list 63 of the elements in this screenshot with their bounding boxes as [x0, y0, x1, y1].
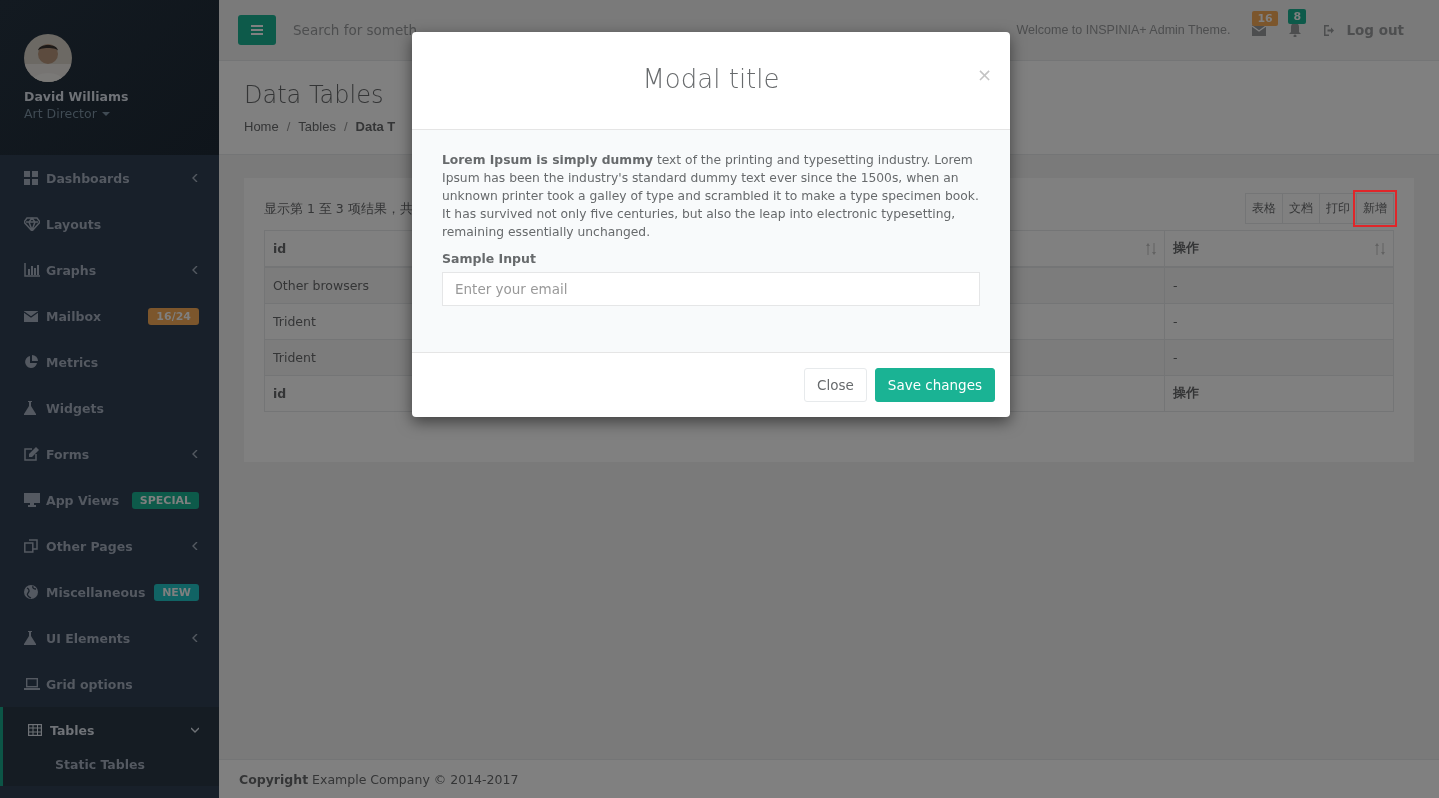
bar-chart-icon — [24, 263, 40, 277]
menu-icon — [251, 25, 263, 35]
sidebar-item[interactable]: Forms — [3, 431, 219, 477]
breadcrumb-separator: / — [286, 119, 291, 134]
envelope-icon — [24, 309, 40, 323]
caret-icon — [101, 111, 110, 116]
toolbar-button[interactable]: 打印 — [1319, 193, 1357, 224]
field-label: Sample Input — [442, 251, 537, 266]
close-button[interactable]: Close — [804, 368, 867, 402]
sidebar-item[interactable]: Dashboards — [3, 155, 219, 201]
user-name: David Williams — [24, 89, 130, 104]
sidebar-item[interactable]: App Views SPECIAL — [3, 477, 219, 523]
table-icon — [28, 723, 44, 737]
bell-icon[interactable] — [1288, 23, 1303, 37]
table-cell: - — [1164, 267, 1394, 304]
toolbar-button[interactable]: 表格 — [1245, 193, 1283, 224]
breadcrumb-link[interactable]: Tables — [298, 119, 336, 134]
sort-icon[interactable] — [1146, 242, 1156, 255]
sort-icon[interactable] — [1375, 242, 1385, 255]
count-badge: 8 — [1288, 9, 1307, 24]
sidebar-item[interactable]: Layouts — [3, 201, 219, 247]
sidebar-item[interactable]: Miscellaneous NEW — [3, 569, 219, 615]
save-button[interactable]: Save changes — [874, 368, 995, 402]
modal-title: Modal title — [642, 63, 780, 94]
close-button[interactable]: × — [974, 58, 994, 92]
copyright-text: Copyright Example Company © 2014-2017 — [239, 771, 519, 787]
menu-button[interactable] — [238, 15, 276, 45]
page-title: Data Tables — [244, 81, 385, 109]
sidebar-item[interactable]: Widgets — [3, 385, 219, 431]
footer-cell: 操作 — [1164, 375, 1394, 412]
diamond-icon — [24, 217, 40, 231]
table-cell: - — [1164, 339, 1394, 376]
count-badge: NEW — [154, 583, 199, 601]
pencil-square-icon — [24, 447, 40, 461]
envelope-icon[interactable] — [1252, 24, 1267, 36]
sidebar-item[interactable]: UI Elements — [3, 615, 219, 661]
globe-icon — [24, 585, 40, 599]
column-header[interactable]: id — [273, 241, 287, 256]
breadcrumb-link[interactable]: Home — [244, 119, 279, 134]
submenu-item[interactable]: Static Tables — [55, 753, 219, 776]
sidebar-item[interactable]: Metrics — [3, 339, 219, 385]
pages-icon — [24, 539, 40, 553]
count-badge: SPECIAL — [131, 491, 199, 509]
toolbar-button[interactable]: 文档 — [1282, 193, 1320, 224]
sidebar-item-active[interactable]: Tables — [3, 707, 219, 753]
count-badge: 16 — [1252, 10, 1278, 26]
sidebar-item[interactable]: Graphs — [3, 247, 219, 293]
sidebar-item[interactable]: Grid options — [3, 661, 219, 707]
table-cell: - — [1164, 303, 1394, 340]
count-badge: 16/24 — [148, 307, 199, 325]
toolbar-button[interactable]: 新增 — [1356, 193, 1394, 224]
logout-icon — [1324, 24, 1337, 36]
table-info: 显示第 1 至 3 项结果，共 — [264, 201, 413, 218]
sidebar-item[interactable]: Other Pages — [3, 523, 219, 569]
modal-paragraph: Lorem Ipsum is simply dummy text of the printing and typesetting industry. Lorem Ipsum has been the industry's standard dummy text ever since the 1500s, when an unknown printer took a galley of type and scrambled it to make a type specimen book. It has survived not only five centuries, but also the leap into electronic typesetting, remaining essentially unchanged. — [442, 152, 980, 241]
pie-chart-icon — [24, 355, 40, 369]
email-field[interactable]: Enter your email — [442, 272, 980, 306]
laptop-icon — [24, 677, 40, 691]
sidebar-item[interactable]: Mailbox 16/24 — [3, 293, 219, 339]
monitor-icon — [24, 493, 40, 507]
grid-icon — [24, 171, 40, 185]
column-header[interactable]: 操作 — [1173, 240, 1199, 257]
breadcrumb-separator: / — [343, 119, 348, 134]
